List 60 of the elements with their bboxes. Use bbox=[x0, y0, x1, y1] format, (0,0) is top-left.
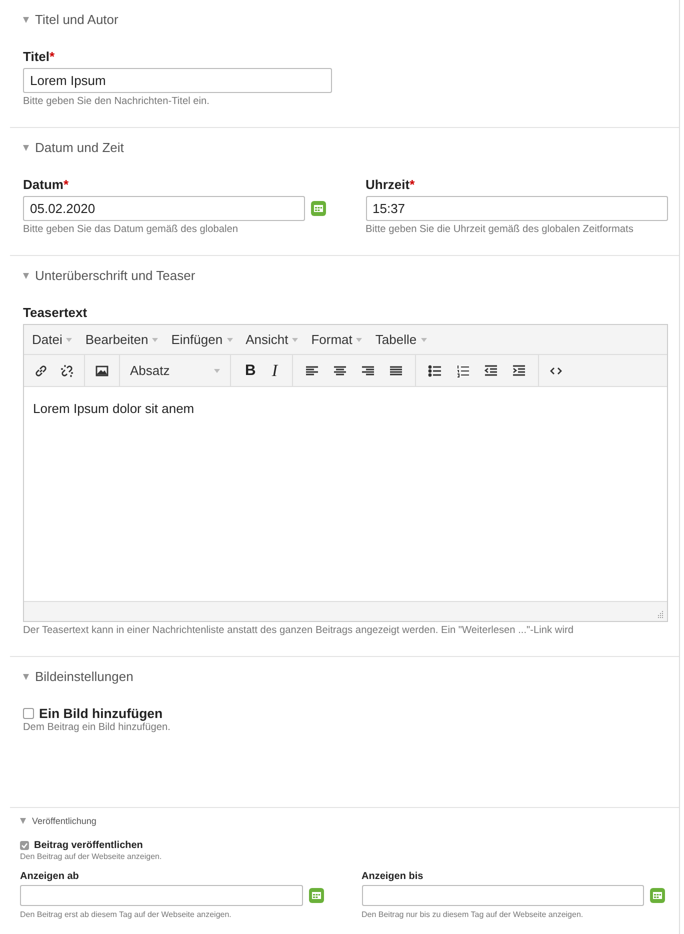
align-right-icon[interactable] bbox=[360, 364, 375, 378]
field-label: Titel bbox=[23, 49, 50, 64]
numbered-list-icon[interactable] bbox=[456, 364, 470, 378]
collapse-icon[interactable] bbox=[23, 16, 29, 22]
field-hint: Dem Beitrag ein Bild hinzufügen. bbox=[23, 722, 172, 733]
italic-button[interactable]: I bbox=[270, 358, 280, 382]
bullet-list-icon[interactable] bbox=[428, 364, 442, 378]
date-field[interactable] bbox=[362, 885, 644, 906]
link-icon[interactable] bbox=[34, 364, 48, 378]
required-mark: * bbox=[410, 177, 415, 192]
section-title[interactable]: Veröffentlichung bbox=[32, 816, 96, 826]
text-field[interactable]: 15:37 bbox=[366, 196, 668, 221]
bold-button[interactable]: B bbox=[243, 360, 258, 381]
required-mark: * bbox=[63, 177, 69, 192]
checkbox[interactable] bbox=[20, 841, 29, 850]
collapse-icon[interactable] bbox=[23, 144, 29, 150]
text-field[interactable]: Lorem Ipsum bbox=[23, 68, 332, 93]
date-field[interactable]: 05.02.2020 bbox=[23, 196, 304, 221]
collapse-icon[interactable] bbox=[20, 818, 26, 824]
field-hint: Bitte geben Sie die Uhrzeit gemäß des globalen Zeitformats bbox=[366, 224, 634, 235]
checkbox-label[interactable]: Beitrag veröffentlichen bbox=[34, 840, 143, 851]
image-icon[interactable] bbox=[95, 364, 109, 378]
collapse-icon[interactable] bbox=[23, 674, 29, 680]
calendar-icon[interactable] bbox=[308, 888, 324, 903]
menu-item[interactable]: Format bbox=[311, 332, 362, 347]
field-hint: Den Beitrag nur bis zu diesem Tag auf der Webseite anzeigen. bbox=[362, 910, 584, 919]
section-title[interactable]: Bildeinstellungen bbox=[35, 669, 134, 684]
collapse-icon[interactable] bbox=[23, 272, 29, 278]
format-select[interactable]: Absatz bbox=[128, 363, 222, 378]
section-title[interactable]: Unterüberschrift und Teaser bbox=[35, 268, 196, 283]
indent-icon[interactable] bbox=[512, 364, 526, 378]
field-hint: Bitte geben Sie das Datum gemäß des globalen bbox=[23, 224, 240, 235]
checkbox[interactable] bbox=[23, 708, 34, 719]
align-justify-icon[interactable] bbox=[388, 364, 403, 378]
align-center-icon[interactable] bbox=[332, 364, 347, 378]
unlink-icon[interactable] bbox=[60, 364, 74, 378]
field-hint: Den Beitrag auf der Webseite anzeigen. bbox=[20, 852, 163, 861]
field-hint: Bitte geben Sie den Nachrichten-Titel ein. bbox=[23, 96, 210, 107]
menu-item[interactable]: Einfügen bbox=[171, 332, 233, 347]
menu-item[interactable]: Datei bbox=[32, 332, 72, 347]
field-hint: Den Beitrag erst ab diesem Tag auf der Webseite anzeigen. bbox=[20, 910, 232, 919]
menu-item[interactable]: Ansicht bbox=[246, 332, 298, 347]
field-label: Datum bbox=[23, 177, 64, 192]
field-label: Teasertext bbox=[23, 305, 88, 320]
menu-item[interactable]: Bearbeiten bbox=[85, 332, 158, 347]
calendar-icon[interactable] bbox=[650, 888, 665, 903]
align-left-icon[interactable] bbox=[304, 364, 319, 378]
field-label: Anzeigen bis bbox=[362, 871, 424, 882]
field-hint: Der Teasertext kann in einer Nachrichtenliste anstatt des ganzen Beitrags angezeigt werden. Ein "Weiterlesen ..."-Link wird bbox=[23, 625, 574, 636]
section-title[interactable]: Titel und Autor bbox=[35, 12, 118, 27]
editor-text[interactable]: Lorem Ipsum dolor sit anem bbox=[24, 387, 667, 601]
menu-item[interactable]: Tabelle bbox=[375, 332, 427, 347]
checkbox-label[interactable]: Ein Bild hinzufügen bbox=[39, 706, 163, 721]
field-label: Anzeigen ab bbox=[20, 871, 79, 882]
date-field[interactable] bbox=[20, 885, 302, 906]
calendar-icon[interactable] bbox=[310, 201, 326, 216]
section-title[interactable]: Datum und Zeit bbox=[35, 140, 124, 155]
required-mark: * bbox=[50, 49, 55, 64]
field-label: Uhrzeit bbox=[366, 177, 410, 192]
outdent-icon[interactable] bbox=[484, 364, 498, 378]
